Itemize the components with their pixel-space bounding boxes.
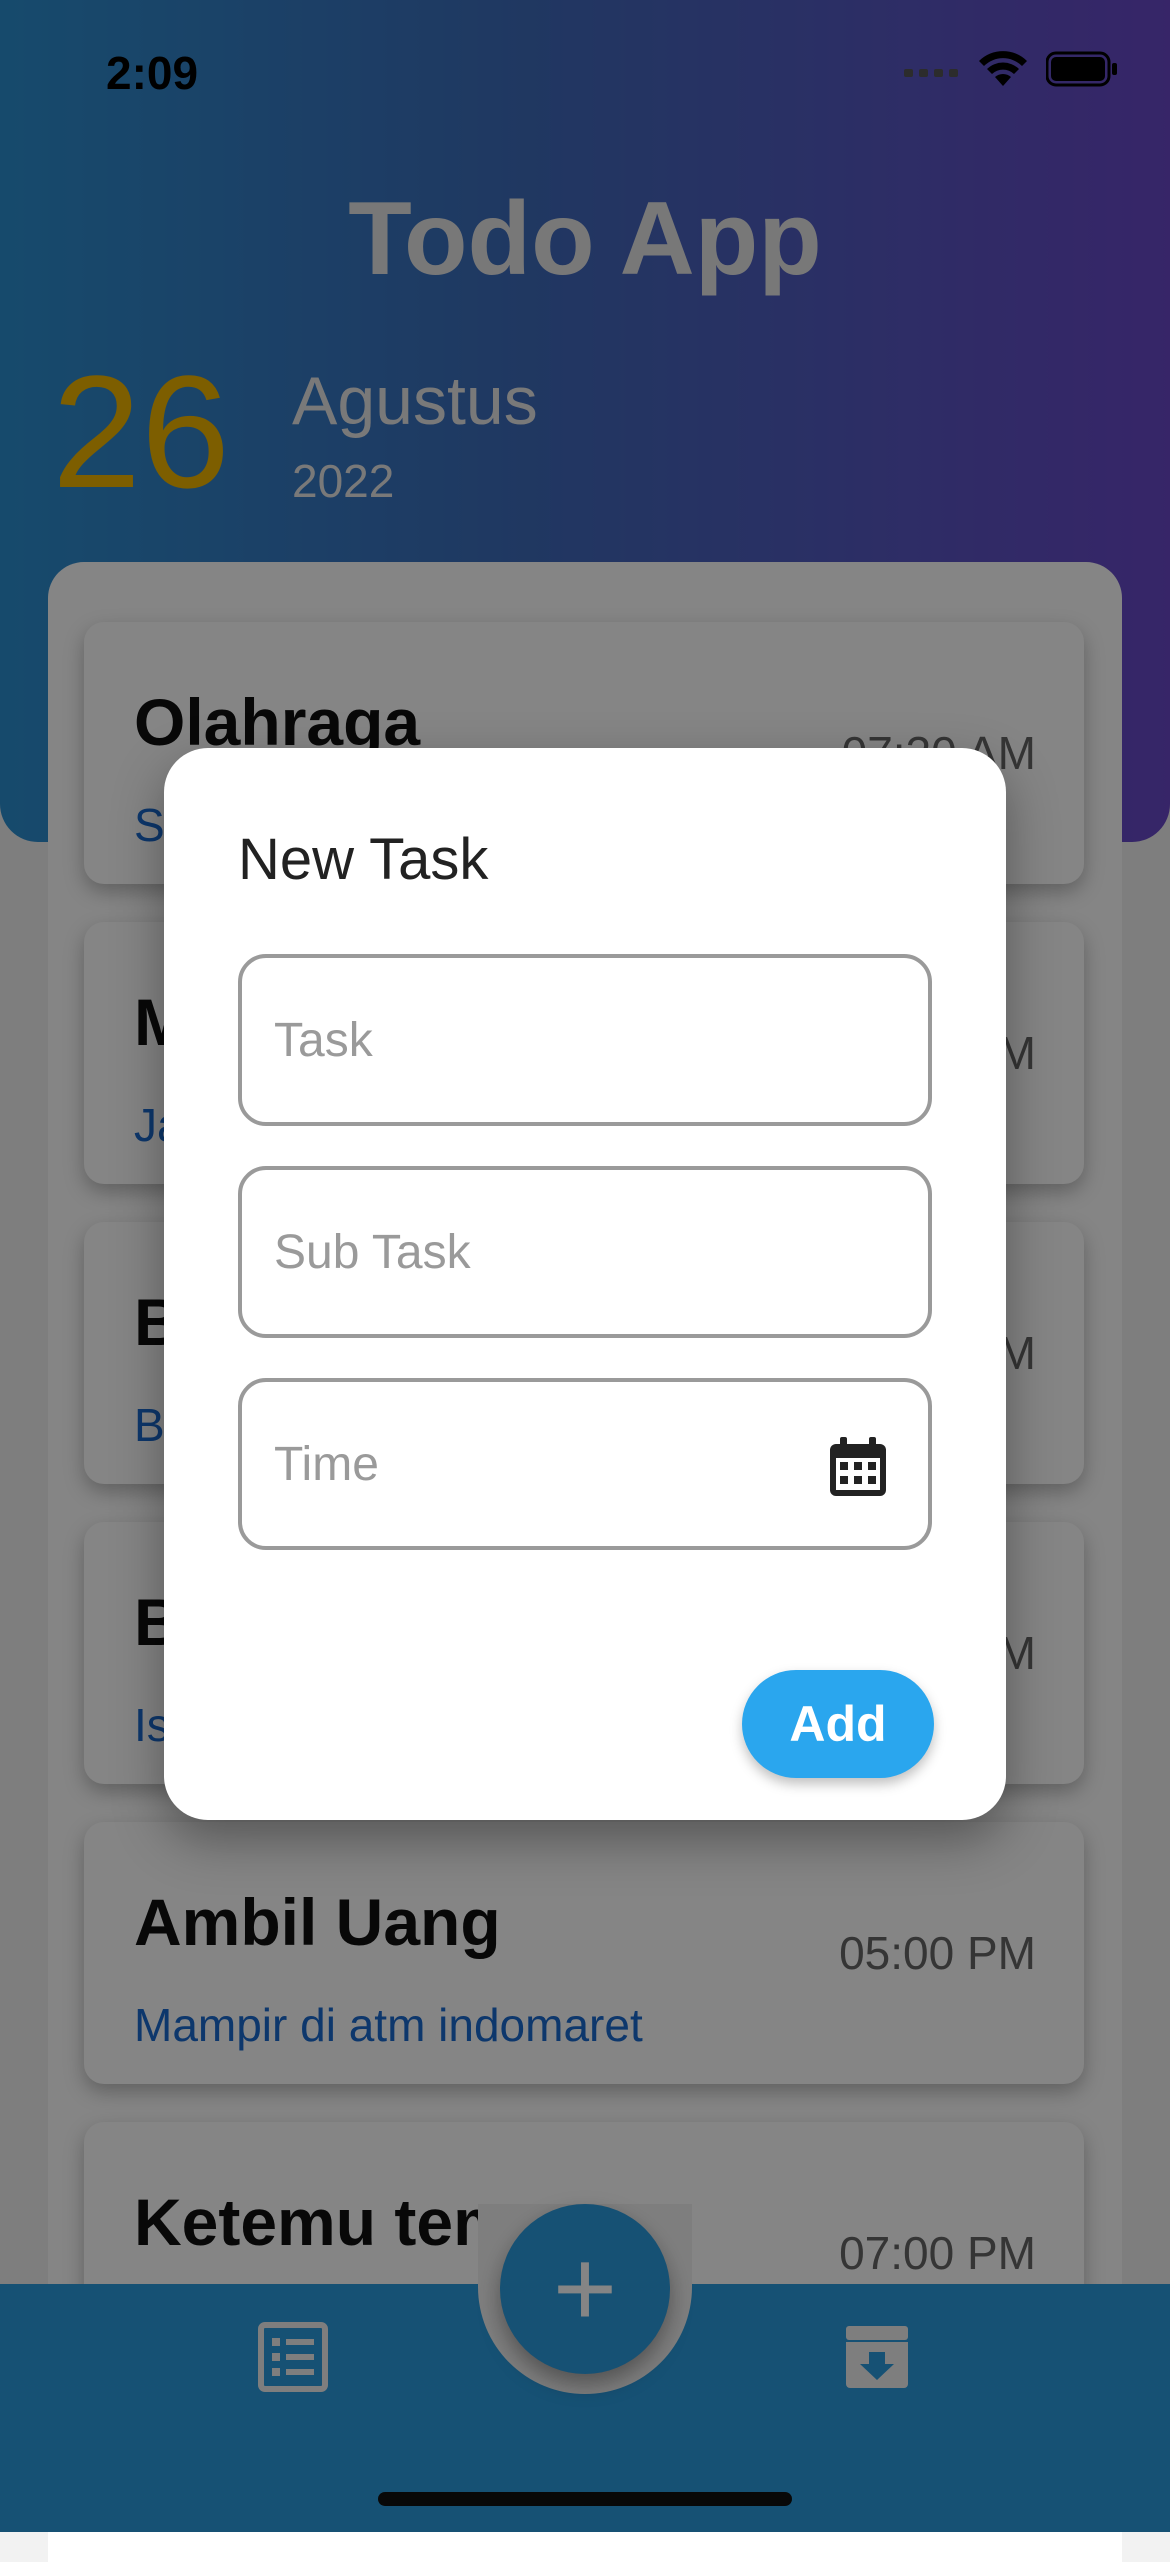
dialog-title: New Task — [238, 827, 489, 892]
calendar-icon[interactable] — [828, 1436, 888, 1498]
task-field[interactable] — [238, 954, 932, 1126]
time-field[interactable] — [238, 1378, 932, 1550]
add-button[interactable]: Add — [742, 1670, 934, 1778]
subtask-input[interactable] — [274, 1170, 834, 1334]
task-input[interactable] — [274, 958, 834, 1122]
new-task-dialog: New Task Add — [164, 748, 1006, 1820]
subtask-field[interactable] — [238, 1166, 932, 1338]
time-input[interactable] — [274, 1382, 834, 1546]
